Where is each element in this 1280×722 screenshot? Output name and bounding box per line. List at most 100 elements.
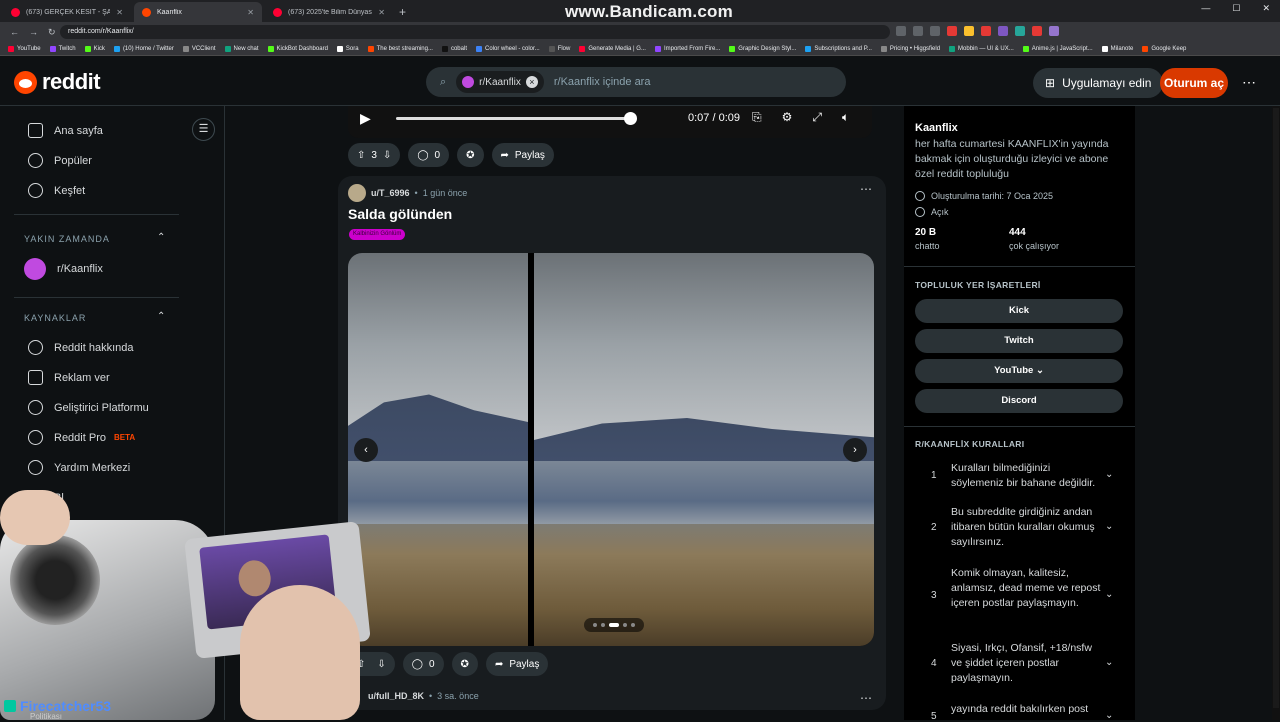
reload-icon[interactable]: ↻: [48, 27, 56, 38]
bookmark-item[interactable]: Generate Media | G...: [579, 45, 646, 52]
bookmark-item[interactable]: YouTube: [8, 45, 41, 52]
close-icon[interactable]: ✕: [378, 8, 385, 17]
post-author[interactable]: u/T_6996: [371, 188, 410, 198]
bookmark-youtube[interactable]: YouTube ⌄: [915, 359, 1123, 383]
chevron-down-icon[interactable]: ⌄: [1105, 710, 1113, 721]
nav-about-reddit[interactable]: Reddit hakkında: [28, 340, 134, 355]
comments-button[interactable]: ◯ 0: [408, 143, 450, 167]
extension-icon[interactable]: [964, 26, 974, 36]
reddit-logo[interactable]: reddit: [14, 69, 101, 95]
bookmark-twitch[interactable]: Twitch: [915, 329, 1123, 353]
nav-reddit-pro[interactable]: Reddit Pro BETA: [28, 430, 135, 445]
recent-community[interactable]: r/Kaanflix: [24, 258, 103, 280]
post-author[interactable]: u/full_HD_8K: [368, 691, 424, 701]
search-bar[interactable]: ⌕ r/Kaanflix × r/Kaanflix içinde ara: [426, 67, 846, 97]
award-button[interactable]: ✪: [451, 652, 478, 676]
bookmark-item[interactable]: Imported From Fire...: [654, 45, 720, 52]
extension-icon[interactable]: [930, 26, 940, 36]
bookmark-item[interactable]: Twitch: [49, 45, 76, 52]
extension-icon[interactable]: [896, 26, 906, 36]
downvote-icon[interactable]: ⇩: [383, 150, 391, 161]
browser-tab-active[interactable]: Kaanflix ✕: [134, 2, 262, 22]
collapse-sidebar-button[interactable]: ☰: [192, 118, 215, 141]
resources-section-header[interactable]: KAYNAKLAR ⌃: [24, 311, 165, 323]
login-button[interactable]: Oturum aç: [1160, 68, 1228, 98]
gallery-dot[interactable]: [631, 623, 635, 627]
close-window-button[interactable]: ✕: [1262, 3, 1270, 14]
post-title[interactable]: Salda gölünden: [348, 206, 452, 222]
new-tab-button[interactable]: +: [399, 5, 406, 22]
share-button[interactable]: ➦ Paylaş: [485, 652, 549, 676]
gallery-dot-active[interactable]: [609, 623, 619, 627]
captions-icon[interactable]: ⎘: [752, 110, 762, 125]
video-player[interactable]: ▶ 0:07 / 0:09 ⎘ ⚙ ⤢ 🔈︎: [348, 106, 872, 138]
award-button[interactable]: ✪: [457, 143, 484, 167]
bookmark-item[interactable]: Mobbin — UI & UX...: [949, 45, 1014, 52]
image-gallery[interactable]: ‹ ›: [348, 253, 874, 646]
post-options-icon[interactable]: ⋯: [860, 691, 872, 705]
bookmark-item[interactable]: Graphic Design Styl...: [729, 45, 796, 52]
bookmark-item[interactable]: Flow: [548, 45, 570, 52]
extension-icon[interactable]: [981, 26, 991, 36]
back-icon[interactable]: ←: [10, 27, 19, 38]
recent-section-header[interactable]: YAKIN ZAMANDA ⌃: [24, 232, 165, 244]
downvote-icon[interactable]: ⇩: [377, 659, 385, 670]
share-button[interactable]: ➦ Paylaş: [491, 143, 554, 167]
volume-icon[interactable]: 🔈︎: [842, 110, 849, 125]
nav-popular[interactable]: Popüler: [28, 153, 92, 168]
minimize-button[interactable]: —: [1201, 3, 1210, 14]
video-progress-bar[interactable]: [396, 117, 630, 120]
bookmark-item[interactable]: Milanote: [1101, 45, 1133, 52]
clear-chip-icon[interactable]: ×: [525, 76, 538, 88]
bookmark-item[interactable]: Kick: [84, 45, 105, 52]
settings-icon[interactable]: ⚙: [782, 110, 793, 125]
more-menu-icon[interactable]: ⋯: [1242, 74, 1256, 91]
nav-explore[interactable]: Keşfet: [28, 183, 85, 198]
bookmark-item[interactable]: VCClient: [182, 45, 216, 52]
url-field[interactable]: reddit.com/r/Kaanflix/: [60, 25, 890, 39]
bookmark-item[interactable]: Subscriptions and P...: [805, 45, 872, 52]
user-avatar[interactable]: [348, 184, 366, 202]
bookmark-kick[interactable]: Kick: [915, 299, 1123, 323]
upvote-icon[interactable]: ⇧: [357, 150, 365, 161]
extension-icon[interactable]: [913, 26, 923, 36]
bookmark-item[interactable]: Pricing • Higgsfield: [880, 45, 940, 52]
bookmark-item[interactable]: Color wheel - color...: [475, 45, 540, 52]
bookmark-item[interactable]: New chat: [224, 45, 259, 52]
gallery-prev-button[interactable]: ‹: [354, 438, 378, 462]
play-icon[interactable]: ▶: [360, 110, 371, 127]
bookmark-item[interactable]: Anime.js | JavaScript...: [1022, 45, 1093, 52]
browser-tab[interactable]: (673) 2025'te Bilim Dünyasını S ✕: [265, 2, 393, 22]
post-flair[interactable]: Kalbinizin Gönlüm: [349, 229, 406, 240]
close-icon[interactable]: ✕: [116, 8, 123, 17]
bookmark-discord[interactable]: Discord: [915, 389, 1123, 413]
community-chip[interactable]: r/Kaanflix ×: [456, 71, 544, 93]
bookmark-item[interactable]: The best streaming...: [367, 45, 433, 52]
forward-icon[interactable]: →: [29, 27, 38, 38]
page-scrollbar[interactable]: [1272, 106, 1280, 720]
gallery-dot[interactable]: [623, 623, 627, 627]
bookmark-item[interactable]: cobalt: [441, 45, 467, 52]
bookmark-item[interactable]: KickBot Dashboard: [267, 45, 328, 52]
get-app-button[interactable]: ⊞ Uygulamayı edin: [1033, 68, 1164, 98]
chevron-down-icon[interactable]: ⌄: [1105, 469, 1113, 480]
nav-home[interactable]: Ana sayfa: [28, 123, 103, 138]
post-options-icon[interactable]: ⋯: [860, 182, 872, 196]
post-card[interactable]: u/T_6996 • 1 gün önce ⋯ Salda gölünden K…: [338, 176, 886, 710]
nav-advertise[interactable]: Reklam ver: [28, 370, 110, 385]
nav-help-center[interactable]: Yardım Merkezi: [28, 460, 130, 475]
chevron-down-icon[interactable]: ⌄: [1105, 657, 1113, 668]
video-progress-knob[interactable]: [624, 112, 637, 125]
browser-tab[interactable]: (673) GERÇEK KESİT - ŞARKICI ✕: [3, 2, 131, 22]
extension-icon[interactable]: [1015, 26, 1025, 36]
extension-icon[interactable]: [1049, 26, 1059, 36]
bookmark-item[interactable]: (10) Home / Twitter: [113, 45, 174, 52]
chevron-down-icon[interactable]: ⌄: [1105, 521, 1113, 532]
bookmark-item[interactable]: Google Keep: [1142, 45, 1186, 52]
comments-button[interactable]: ◯ 0: [402, 652, 444, 676]
fullscreen-icon[interactable]: ⤢: [812, 110, 822, 125]
maximize-button[interactable]: ☐: [1232, 3, 1240, 14]
gallery-next-button[interactable]: ›: [843, 438, 867, 462]
gallery-dot[interactable]: [601, 623, 605, 627]
extension-icon[interactable]: [1032, 26, 1042, 36]
